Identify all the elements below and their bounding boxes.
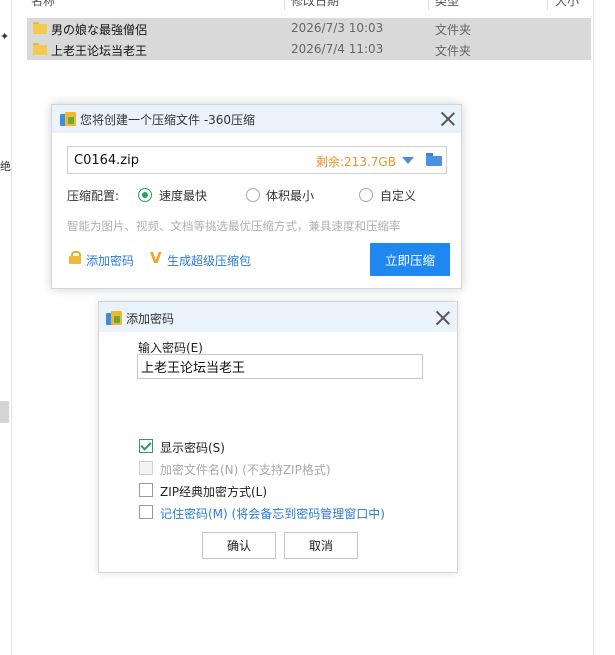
radio-smallest[interactable] [246, 188, 260, 202]
file-type: 文件夹 [435, 23, 472, 37]
compression-hint: 智能为图片、视频、文档等挑选最优压缩方式，兼具速度和压缩率 [67, 219, 401, 233]
pane-divider [593, 0, 594, 655]
compress-dialog: 您将创建一个压缩文件 -360压缩 剩余:213.7GB 压缩配置: 速度最快 … [51, 104, 462, 289]
close-icon[interactable] [441, 112, 455, 126]
column-divider [284, 0, 285, 10]
archive-app-icon [60, 112, 76, 126]
file-date: 2026/7/4 11:03 [291, 42, 384, 56]
add-password-link[interactable]: 添加密码 [86, 252, 134, 269]
navigation-pane-edge: ✦ 绝 [0, 0, 12, 655]
show-password-label[interactable]: 显示密码(S) [160, 439, 225, 456]
column-header-date[interactable]: 修改日期 [291, 0, 339, 9]
browse-folder-icon[interactable] [426, 153, 442, 167]
encrypt-filenames-label: 加密文件名(N) (不支持ZIP格式) [160, 463, 331, 477]
chevron-down-icon[interactable] [402, 157, 414, 164]
password-dialog-titlebar[interactable]: 添加密码 [99, 302, 457, 332]
column-header-name[interactable]: 名称 [31, 0, 55, 9]
confirm-button[interactable]: 确认 [202, 532, 276, 559]
nav-item-fragment: 绝 [0, 160, 11, 173]
remember-password-checkbox[interactable] [139, 505, 153, 519]
folder-icon [33, 22, 47, 34]
file-row[interactable]: 男の娘な最強僧侶 2026/7/3 10:03 文件夹 [27, 18, 591, 39]
file-name: 上老王论坛当老王 [51, 44, 148, 58]
remember-password-label[interactable]: 记住密码(M) (将会备忘到密码管理窗口中) [160, 505, 385, 522]
zip-classic-encryption-checkbox[interactable] [139, 483, 153, 497]
archive-app-icon [106, 311, 122, 325]
column-header-type[interactable]: 类型 [435, 0, 459, 9]
encrypt-filenames-checkbox [139, 461, 153, 475]
zip-classic-encryption-label[interactable]: ZIP经典加密方式(L) [160, 483, 267, 500]
close-icon[interactable] [436, 311, 450, 325]
radio-fastest-label[interactable]: 速度最快 [159, 187, 207, 204]
column-header-size[interactable]: 大小 [555, 0, 579, 9]
radio-custom[interactable] [359, 188, 373, 202]
compress-now-button[interactable]: 立即压缩 [370, 243, 450, 276]
column-divider [547, 0, 548, 10]
compress-dialog-titlebar[interactable]: 您将创建一个压缩文件 -360压缩 [52, 105, 461, 133]
compression-level-label: 压缩配置: [67, 189, 120, 203]
password-dialog-title: 添加密码 [126, 312, 175, 326]
add-password-dialog: 添加密码 输入密码(E) 显示密码(S) 加密文件名(N) (不支持ZIP格式)… [98, 301, 458, 573]
show-password-checkbox[interactable] [139, 439, 153, 453]
nav-pin-icon: ✦ [0, 30, 10, 43]
filename-box: 剩余:213.7GB [67, 146, 447, 174]
password-input[interactable] [137, 354, 423, 379]
lock-icon[interactable] [69, 251, 81, 264]
remaining-space-label: 剩余:213.7GB [316, 155, 396, 169]
nav-scrollbar-thumb[interactable] [0, 401, 9, 423]
filename-input[interactable] [72, 151, 302, 169]
radio-smallest-label[interactable]: 体积最小 [266, 187, 314, 204]
cancel-button[interactable]: 取消 [284, 532, 358, 559]
compress-dialog-title: 您将创建一个压缩文件 -360压缩 [80, 113, 256, 127]
radio-custom-label[interactable]: 自定义 [380, 187, 416, 204]
column-divider [428, 0, 429, 10]
column-header-row: 名称 修改日期 类型 大小 [27, 0, 593, 10]
vip-v-icon[interactable]: V [150, 249, 162, 267]
file-name: 男の娘な最強僧侶 [51, 23, 148, 37]
file-date: 2026/7/3 10:03 [291, 21, 384, 35]
file-type: 文件夹 [435, 44, 472, 58]
folder-icon [33, 43, 47, 55]
radio-fastest[interactable] [138, 188, 152, 202]
super-package-link[interactable]: 生成超级压缩包 [167, 252, 251, 269]
file-row[interactable]: 上老王论坛当老王 2026/7/4 11:03 文件夹 [27, 39, 591, 60]
